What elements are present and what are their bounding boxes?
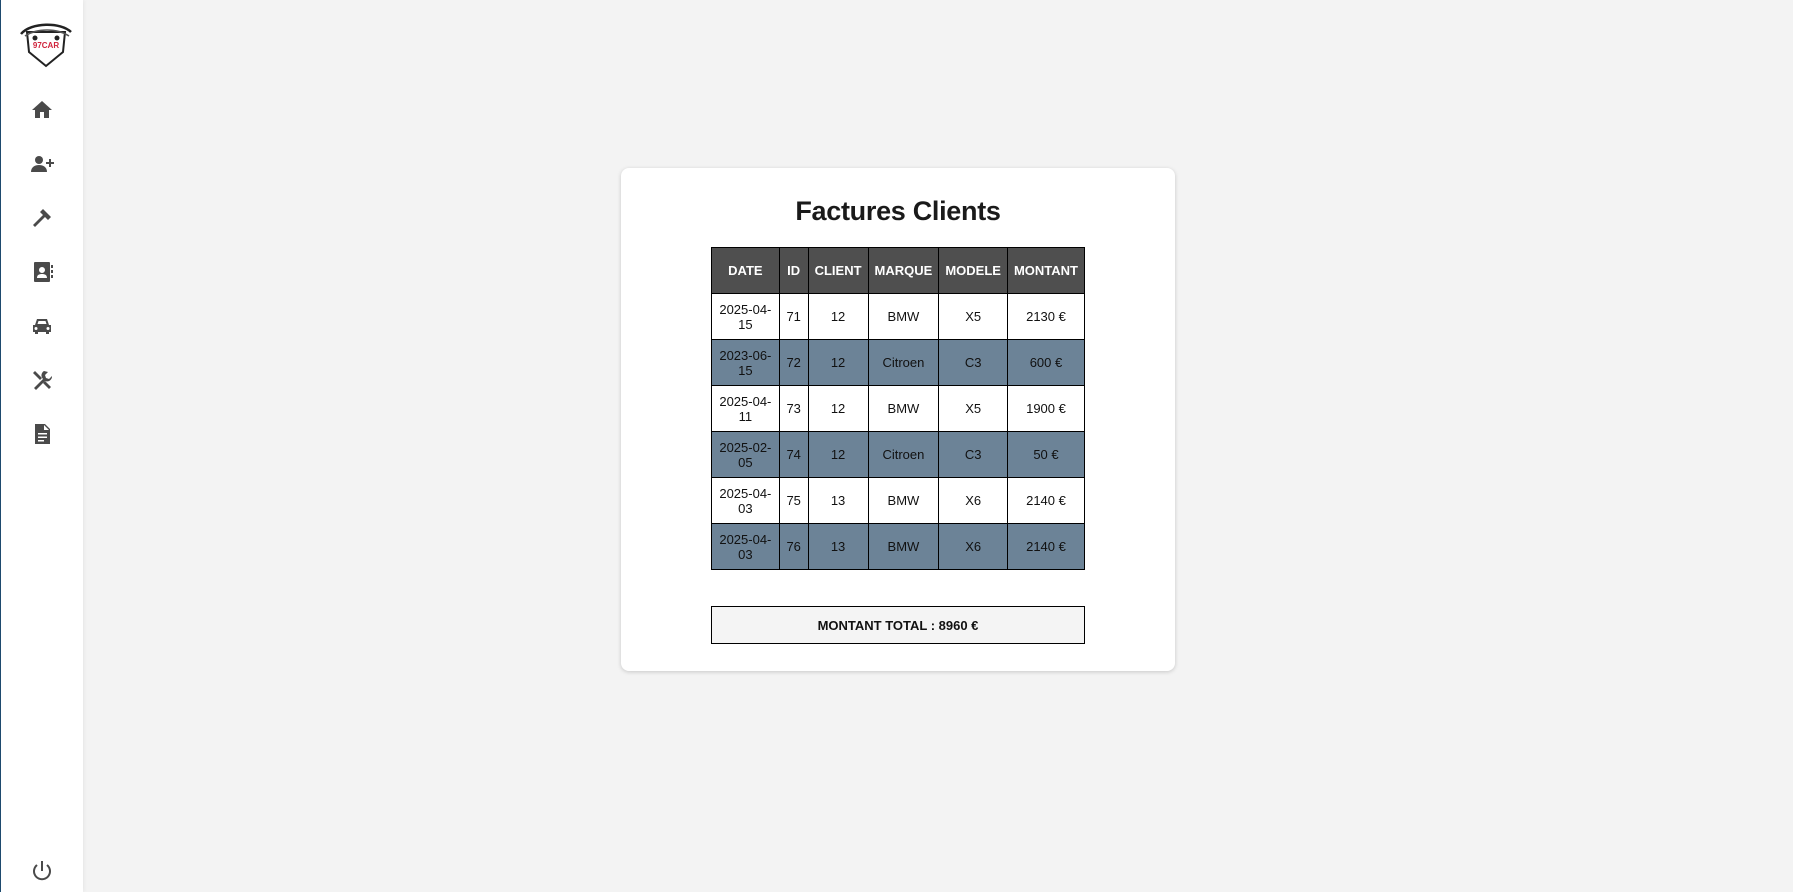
cell-client: 12	[807, 293, 869, 340]
sidebar-item-invoices[interactable]	[27, 419, 57, 449]
cell-date: 2025-04-03	[711, 523, 780, 570]
cell-id: 76	[778, 523, 809, 570]
table-header-row: DATE ID CLIENT MARQUE MODELE MONTANT	[711, 247, 1086, 294]
cell-marque: Citroen	[867, 339, 940, 386]
invoices-card: Factures Clients DATE ID CLIENT MARQUE M…	[621, 168, 1175, 671]
cell-montant: 2140 €	[1006, 477, 1086, 524]
invoice-icon	[35, 424, 50, 444]
cell-id: 71	[778, 293, 809, 340]
table-row[interactable]: 2025-02-05 74 12 Citroen C3 50 €	[711, 431, 1086, 478]
cell-id: 74	[778, 431, 809, 478]
logo-text: 97CAR	[33, 41, 59, 50]
sidebar-item-repairs[interactable]	[27, 203, 57, 233]
column-header-date[interactable]: DATE	[711, 247, 780, 294]
cell-modele: C3	[938, 339, 1008, 386]
column-header-client[interactable]: CLIENT	[807, 247, 869, 294]
sidebar-item-add-client[interactable]	[27, 149, 57, 179]
cell-montant: 50 €	[1006, 431, 1086, 478]
brand-logo[interactable]: 97CAR	[17, 18, 75, 72]
cell-id: 75	[778, 477, 809, 524]
cell-modele: X6	[938, 523, 1008, 570]
cell-client: 12	[807, 339, 869, 386]
column-header-modele[interactable]: MODELE	[938, 247, 1008, 294]
page-title: Factures Clients	[795, 196, 1001, 226]
cell-marque: BMW	[867, 477, 940, 524]
column-header-id[interactable]: ID	[778, 247, 809, 294]
table-row[interactable]: 2025-04-15 71 12 BMW X5 2130 €	[711, 293, 1086, 340]
cell-marque: Citroen	[867, 431, 940, 478]
cell-montant: 600 €	[1006, 339, 1086, 386]
car-icon	[33, 319, 51, 334]
cell-montant: 2140 €	[1006, 523, 1086, 570]
cell-montant: 1900 €	[1006, 385, 1086, 432]
tools-icon	[33, 371, 53, 390]
sidebar-item-home[interactable]	[27, 95, 57, 125]
table-row[interactable]: 2025-04-03 76 13 BMW X6 2140 €	[711, 523, 1086, 570]
cell-date: 2023-06-15	[711, 339, 780, 386]
sidebar: 97CAR	[0, 0, 83, 892]
app: 97CAR Factures Clients DATE ID CLIENT MA…	[0, 0, 1793, 892]
cell-marque: BMW	[867, 523, 940, 570]
cell-montant: 2130 €	[1006, 293, 1086, 340]
cell-date: 2025-04-03	[711, 477, 780, 524]
hammer-icon	[33, 209, 51, 227]
cell-date: 2025-04-15	[711, 293, 780, 340]
cell-marque: BMW	[867, 293, 940, 340]
column-header-marque[interactable]: MARQUE	[867, 247, 940, 294]
power-icon	[33, 861, 51, 881]
table-row[interactable]: 2025-04-03 75 13 BMW X6 2140 €	[711, 477, 1086, 524]
cell-marque: BMW	[867, 385, 940, 432]
invoices-table: DATE ID CLIENT MARQUE MODELE MONTANT 202…	[711, 247, 1086, 570]
cell-client: 12	[807, 431, 869, 478]
contacts-icon	[34, 262, 53, 282]
cell-modele: C3	[938, 431, 1008, 478]
logout-button[interactable]	[27, 856, 57, 886]
home-icon	[32, 101, 52, 118]
table-row[interactable]: 2023-06-15 72 12 Citroen C3 600 €	[711, 339, 1086, 386]
column-header-montant[interactable]: MONTANT	[1006, 247, 1086, 294]
cell-modele: X6	[938, 477, 1008, 524]
table-row[interactable]: 2025-04-11 73 12 BMW X5 1900 €	[711, 385, 1086, 432]
sidebar-item-contacts[interactable]	[27, 257, 57, 287]
cell-id: 73	[778, 385, 809, 432]
user-add-icon	[31, 156, 54, 172]
cell-modele: X5	[938, 385, 1008, 432]
cell-client: 13	[807, 477, 869, 524]
cell-client: 12	[807, 385, 869, 432]
total-amount: MONTANT TOTAL : 8960 €	[711, 606, 1085, 644]
cell-client: 13	[807, 523, 869, 570]
cell-id: 72	[778, 339, 809, 386]
cell-modele: X5	[938, 293, 1008, 340]
sidebar-item-maintenance[interactable]	[27, 365, 57, 395]
cell-date: 2025-02-05	[711, 431, 780, 478]
cell-date: 2025-04-11	[711, 385, 780, 432]
sidebar-item-vehicles[interactable]	[27, 311, 57, 341]
